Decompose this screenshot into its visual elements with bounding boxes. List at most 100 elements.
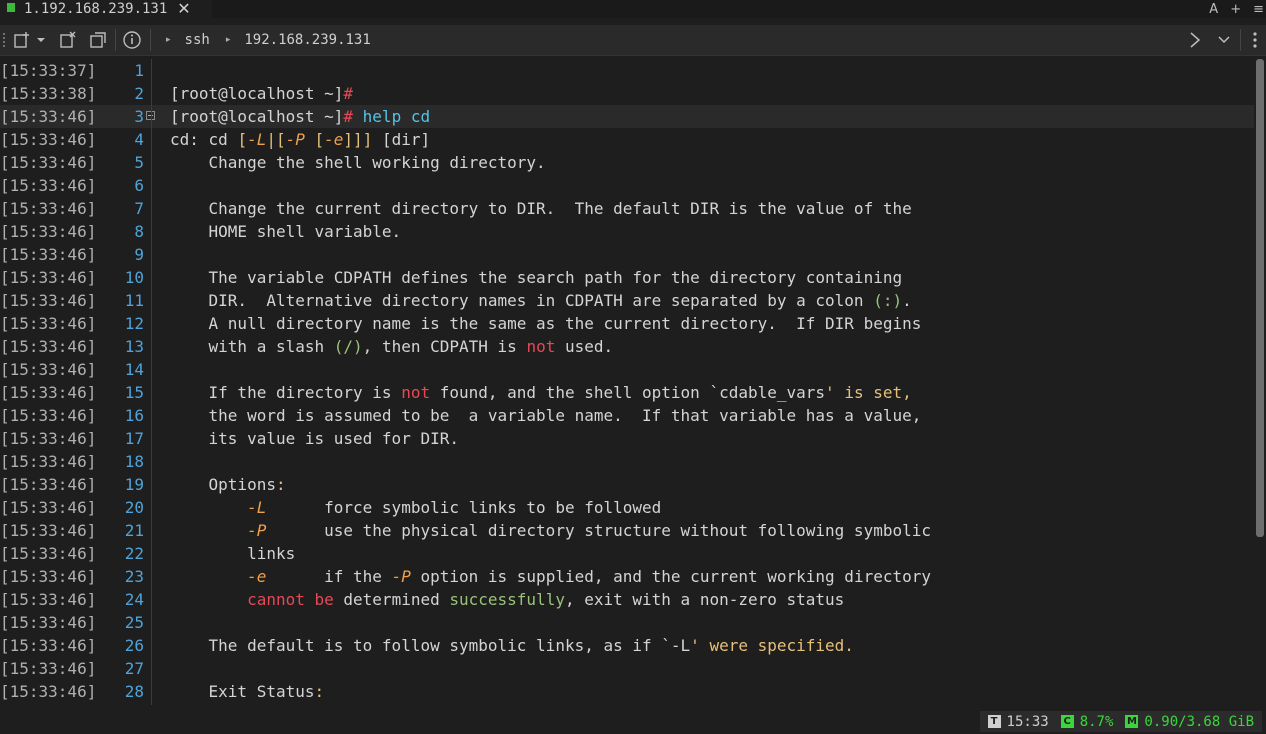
line-number: 13: [124, 337, 144, 356]
text-segment: not: [401, 383, 431, 402]
line-number: 27: [124, 659, 144, 678]
line-number: 17: [124, 429, 144, 448]
menu-icon[interactable]: ≡: [1253, 2, 1264, 17]
line-number: 4: [134, 130, 144, 149]
terminal-output[interactable]: [15:33:37] 1 [15:33:38] 2 [root@localhost ~]…: [0, 59, 1266, 709]
memory-usage: 0.90/3.68 GiB: [1144, 713, 1254, 730]
text-segment: used.: [555, 337, 614, 356]
text-segment: determined: [333, 590, 450, 609]
line-content: Change the current directory to DIR. The…: [170, 197, 912, 220]
terminal-line: [15:33:46] 4 cd: cd [-L|[-P [-e]]] [dir]: [0, 128, 1254, 151]
line-timestamp: [15:33:46]: [0, 383, 97, 402]
line-number: 20: [124, 498, 144, 517]
line-content: with a slash (/), then CDPATH is not use…: [170, 335, 614, 358]
line-timestamp: [15:33:46]: [0, 130, 97, 149]
text-segment: .: [902, 291, 912, 310]
terminal-line: [15:33:46] 3 [root@localhost ~]# help cd: [0, 105, 1254, 128]
terminal-line: [15:33:46] 19 Options:: [0, 473, 1254, 496]
connection-status-icon: [7, 2, 15, 12]
toolbar: ▸ ssh ▸ 192.168.239.131: [0, 25, 1266, 56]
add-tab-icon[interactable]: +: [1230, 2, 1241, 17]
text-segment: [: [304, 130, 325, 149]
text-segment: its value is used for DIR.: [170, 429, 459, 448]
line-timestamp: [15:33:46]: [0, 636, 97, 655]
terminal-line: [15:33:46] 8 HOME shell variable.: [0, 220, 1254, 243]
text-segment: If the directory is: [170, 383, 402, 402]
scrollbar[interactable]: [1256, 59, 1264, 537]
tabbar-actions: A + ≡: [1209, 0, 1264, 18]
line-timestamp: [15:33:37]: [0, 61, 97, 80]
line-number: 14: [124, 360, 144, 379]
breadcrumb-item-ssh[interactable]: ssh: [185, 32, 210, 48]
chevron-down-icon[interactable]: [1214, 30, 1234, 50]
text-segment: [root@localhost ~]: [170, 84, 344, 103]
duplicate-icon[interactable]: [88, 30, 108, 50]
terminal-line: [15:33:46] 13 with a slash (/), then CDPA…: [0, 335, 1254, 358]
line-timestamp: [15:33:46]: [0, 314, 97, 333]
line-timestamp: [15:33:46]: [0, 682, 97, 701]
line-number: 9: [134, 245, 144, 264]
terminal-line: [15:33:46] 18: [0, 450, 1254, 473]
close-icon[interactable]: ✕: [177, 0, 190, 18]
text-segment: [root@localhost ~]: [170, 107, 344, 126]
line-timestamp: [15:33:46]: [0, 613, 97, 632]
breadcrumb-arrow-icon: ▸: [225, 35, 231, 45]
text-segment: DIR. Alternative directory names in CDPA…: [170, 291, 874, 310]
terminal-line: [15:33:46] 23 -e if the -P option is supp…: [0, 565, 1254, 588]
info-icon[interactable]: [122, 30, 142, 50]
text-segment: (/): [333, 337, 363, 356]
line-content: A null directory name is the same as the…: [170, 312, 922, 335]
session-tab[interactable]: 1.192.168.239.131 ✕: [0, 0, 212, 18]
dropdown-icon[interactable]: [35, 30, 47, 50]
text-segment: |: [266, 130, 276, 149]
line-number: 25: [124, 613, 144, 632]
text-segment: successfully: [449, 590, 565, 609]
clock-value: 15:33: [1006, 713, 1049, 730]
toolbar-grip-icon[interactable]: [2, 32, 6, 48]
text-segment: -P: [285, 130, 305, 149]
terminal-line: [15:33:46] 24 cannot be determined succes…: [0, 588, 1254, 611]
chevron-right-icon[interactable]: [1185, 30, 1205, 50]
line-number: 19: [124, 475, 144, 494]
terminal-line: [15:33:46] 21 -P use the physical directo…: [0, 519, 1254, 542]
text-segment: [dir]: [372, 130, 431, 149]
tab-bar: 1.192.168.239.131 ✕ A + ≡: [0, 0, 1266, 18]
tab-title: 1.192.168.239.131: [24, 1, 168, 17]
line-timestamp: [15:33:38]: [0, 84, 97, 103]
text-segment: ' were specified.: [690, 636, 854, 655]
line-timestamp: [15:33:46]: [0, 337, 97, 356]
line-timestamp: [15:33:46]: [0, 199, 97, 218]
line-content: cd: cd [-L|[-P [-e]]] [dir]: [170, 128, 430, 151]
line-number: 23: [124, 567, 144, 586]
line-content: the word is assumed to be a variable nam…: [170, 404, 922, 427]
more-vertical-icon[interactable]: [1245, 30, 1265, 50]
line-timestamp: [15:33:46]: [0, 107, 97, 126]
terminal-line: [15:33:46] 17 its value is used for DIR.: [0, 427, 1254, 450]
terminal-line: [15:33:37] 1: [0, 59, 1254, 82]
breadcrumb-arrow-icon: ▸: [166, 35, 171, 45]
line-content: If the directory is not found, and the s…: [170, 381, 912, 404]
toolbar-separator: [150, 29, 151, 51]
text-segment: :: [314, 682, 325, 701]
line-number: 24: [124, 590, 144, 609]
line-number: 1: [134, 61, 144, 80]
line-content: Exit Status:: [170, 680, 325, 703]
breadcrumb-item-host[interactable]: 192.168.239.131: [244, 32, 370, 48]
font-icon[interactable]: A: [1209, 2, 1218, 17]
memory-icon: M: [1125, 715, 1139, 728]
line-timestamp: [15:33:46]: [0, 452, 97, 471]
line-timestamp: [15:33:46]: [0, 291, 97, 310]
terminal-line: [15:33:46] 11 DIR. Alternative directory …: [0, 289, 1254, 312]
line-timestamp: [15:33:46]: [0, 429, 97, 448]
gutter-divider: [151, 59, 152, 705]
line-timestamp: [15:33:46]: [0, 544, 97, 563]
line-timestamp: [15:33:46]: [0, 406, 97, 425]
text-segment: cd: cd: [170, 130, 238, 149]
new-tab-icon[interactable]: [12, 30, 32, 50]
terminal-line: [15:33:38] 2 [root@localhost ~]#: [0, 82, 1254, 105]
line-timestamp: [15:33:46]: [0, 590, 97, 609]
text-segment: cannot be: [247, 590, 334, 609]
text-segment: -e: [247, 567, 267, 586]
close-tab-icon[interactable]: [58, 30, 78, 50]
line-timestamp: [15:33:46]: [0, 153, 97, 172]
